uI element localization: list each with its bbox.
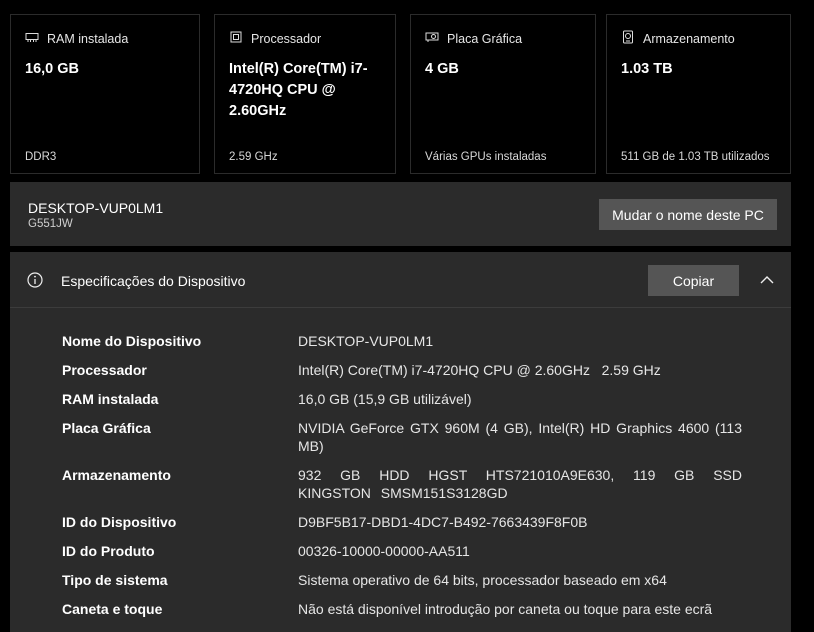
card-title: Processador <box>251 31 322 46</box>
spec-value: D9BF5B17-DBD1-4DC7-B492-7663439F8F0B <box>298 514 588 530</box>
pc-name: DESKTOP-VUP0LM1 <box>28 200 164 216</box>
spec-row: Tipo de sistema Sistema operativo de 64 … <box>62 571 742 589</box>
copy-button[interactable]: Copiar <box>648 265 739 296</box>
spec-row: RAM instalada 16,0 GB (15,9 GB utilizáve… <box>62 390 742 408</box>
spec-value: 00326-10000-00000-AA511 <box>298 543 470 559</box>
storage-card: Armazenamento 1.03 TB 511 GB de 1.03 TB … <box>606 14 791 174</box>
spec-label: Caneta e toque <box>62 601 163 617</box>
ram-card: RAM instalada 16,0 GB DDR3 <box>10 14 200 174</box>
card-value: 16,0 GB <box>25 61 79 77</box>
spec-row: Armazenamento 932 GB HDD HGST HTS721010A… <box>62 466 742 502</box>
specifications-list: Nome do Dispositivo DESKTOP-VUP0LM1 Proc… <box>62 332 742 629</box>
card-value: 1.03 TB <box>621 61 673 77</box>
pc-model: G551JW <box>28 218 73 230</box>
spec-row: Placa Gráfica NVIDIA GeForce GTX 960M (4… <box>62 419 742 455</box>
spec-row: Caneta e toque Não está disponível intro… <box>62 600 742 618</box>
card-footer: 2.59 GHz <box>229 151 278 163</box>
spec-value: Sistema operativo de 64 bits, processado… <box>298 572 667 588</box>
info-icon <box>27 272 43 288</box>
pc-name-bar: DESKTOP-VUP0LM1 G551JW Mudar o nome dest… <box>10 182 791 246</box>
spec-value: DESKTOP-VUP0LM1 <box>298 333 434 349</box>
spec-label: Nome do Dispositivo <box>62 333 202 349</box>
specifications-header[interactable]: Especificações do Dispositivo Copiar <box>10 252 791 308</box>
spec-value: 932 GB HDD HGST HTS721010A9E630, 119 GB … <box>298 467 742 501</box>
processor-card: Processador Intel(R) Core(TM) i7-4720HQ … <box>214 14 396 174</box>
spec-label: Processador <box>62 362 147 378</box>
spec-value: Intel(R) Core(TM) i7-4720HQ CPU @ 2.60GH… <box>298 362 661 378</box>
card-title: RAM instalada <box>47 31 129 46</box>
card-footer: Várias GPUs instaladas <box>425 151 547 163</box>
ram-icon <box>25 30 39 47</box>
spec-label: Armazenamento <box>62 467 171 483</box>
processor-icon <box>229 30 243 47</box>
device-specifications-panel: Especificações do Dispositivo Copiar Nom… <box>10 252 791 632</box>
spec-label: ID do Dispositivo <box>62 514 177 530</box>
graphics-card: Placa Gráfica 4 GB Várias GPUs instalada… <box>410 14 596 174</box>
chevron-up-icon[interactable] <box>758 271 776 289</box>
graphics-card-icon <box>425 30 439 47</box>
spec-value: Não está disponível introdução por canet… <box>298 601 713 617</box>
spec-value: 16,0 GB (15,9 GB utilizável) <box>298 391 472 407</box>
card-value: 4 GB <box>425 61 459 77</box>
card-title: Armazenamento <box>643 31 735 46</box>
spec-value: NVIDIA GeForce GTX 960M (4 GB), Intel(R)… <box>298 420 742 454</box>
spec-label: Placa Gráfica <box>62 420 151 436</box>
spec-row: ID do Dispositivo D9BF5B17-DBD1-4DC7-B49… <box>62 513 742 531</box>
spec-label: Tipo de sistema <box>62 572 168 588</box>
spec-row: ID do Produto 00326-10000-00000-AA511 <box>62 542 742 560</box>
card-title: Placa Gráfica <box>447 31 523 46</box>
spec-row: Nome do Dispositivo DESKTOP-VUP0LM1 <box>62 332 742 350</box>
storage-icon <box>621 30 635 47</box>
card-value: Intel(R) Core(TM) i7-4720HQ CPU @ 2.60GH… <box>229 61 368 119</box>
card-footer: 511 GB de 1.03 TB utilizados <box>621 151 770 163</box>
specifications-title: Especificações do Dispositivo <box>61 273 246 289</box>
card-footer: DDR3 <box>25 151 57 163</box>
rename-pc-button[interactable]: Mudar o nome deste PC <box>599 199 777 230</box>
spec-row: Processador Intel(R) Core(TM) i7-4720HQ … <box>62 361 742 379</box>
spec-label: ID do Produto <box>62 543 155 559</box>
spec-label: RAM instalada <box>62 391 159 407</box>
